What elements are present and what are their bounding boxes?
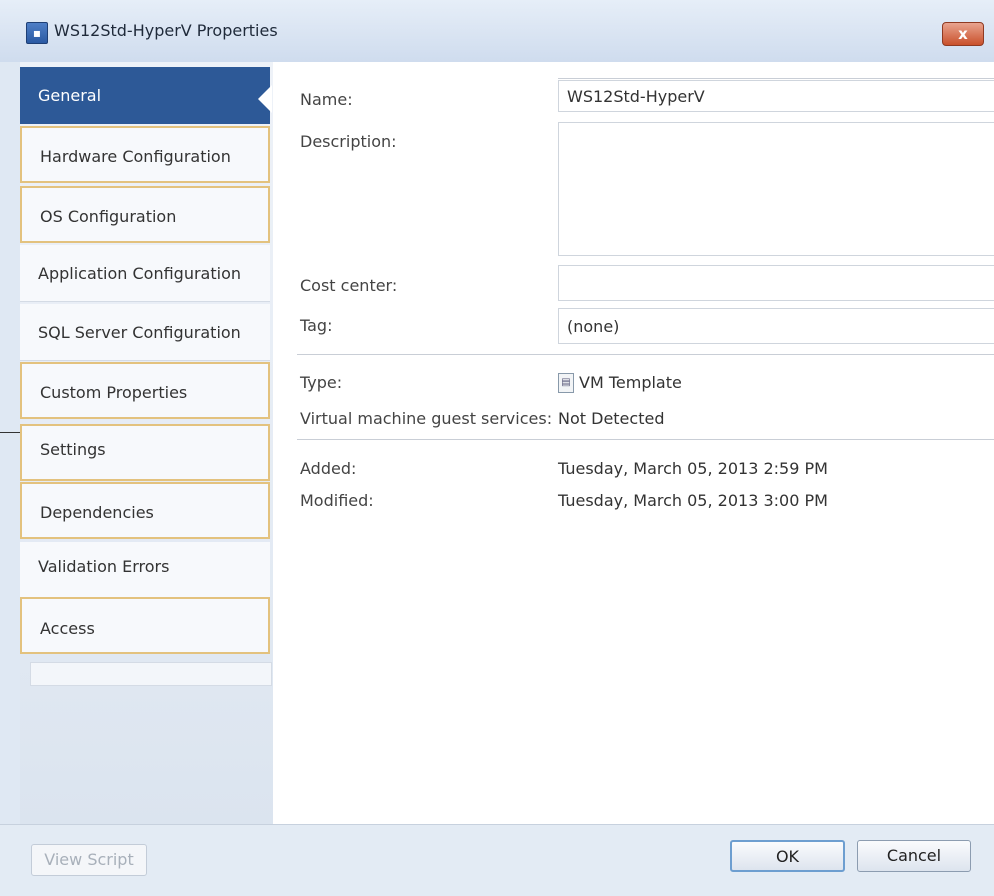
description-label: Description: <box>300 132 397 151</box>
sidebar-item-label: Hardware Configuration <box>40 147 231 166</box>
general-panel: Name: WS12Std-HyperV Description: Cost c… <box>273 62 994 824</box>
sidebar-item-label: Custom Properties <box>40 383 188 402</box>
sidebar-item-hardware-configuration[interactable]: Hardware Configuration <box>20 126 270 183</box>
sidebar-item-general[interactable]: General <box>20 67 272 124</box>
sidebar-item-validation-errors[interactable]: Validation Errors <box>20 542 270 599</box>
tag-field[interactable]: (none) <box>558 308 994 344</box>
guest-services-value: Not Detected <box>558 409 665 428</box>
name-field[interactable]: WS12Std-HyperV <box>558 80 994 112</box>
sidebar-item-label: OS Configuration <box>40 207 177 226</box>
divider <box>297 439 994 440</box>
sidebar-item-dependencies[interactable]: Dependencies <box>20 482 270 539</box>
guest-services-label: Virtual machine guest services: <box>300 409 553 428</box>
active-indicator <box>258 85 272 113</box>
description-field[interactable] <box>558 122 994 256</box>
name-value: WS12Std-HyperV <box>567 87 705 106</box>
cancel-button[interactable]: Cancel <box>857 840 971 872</box>
ok-button[interactable]: OK <box>730 840 845 872</box>
close-button[interactable]: x <box>942 22 984 46</box>
added-value: Tuesday, March 05, 2013 2:59 PM <box>558 459 828 478</box>
window-title: WS12Std-HyperV Properties <box>54 21 278 40</box>
divider <box>297 354 994 355</box>
modified-label: Modified: <box>300 491 374 510</box>
sidebar-item-settings[interactable]: Settings <box>20 424 270 481</box>
sidebar-item-label: Access <box>40 619 95 638</box>
name-label: Name: <box>300 90 353 109</box>
sidebar-item-label: Application Configuration <box>38 264 241 283</box>
sidebar-item-application-configuration[interactable]: Application Configuration <box>20 245 270 302</box>
sidebar-item-label: Dependencies <box>40 503 154 522</box>
sidebar-empty-slot <box>30 662 272 686</box>
sidebar: General Hardware Configuration OS Config… <box>20 62 273 824</box>
title-bar: ▪ WS12Std-HyperV Properties x <box>0 0 994 62</box>
divider <box>0 432 20 433</box>
modified-value: Tuesday, March 05, 2013 3:00 PM <box>558 491 828 510</box>
sidebar-item-label: Settings <box>40 440 106 459</box>
sidebar-item-label: Validation Errors <box>38 557 170 576</box>
sidebar-item-access[interactable]: Access <box>20 597 270 654</box>
tag-value: (none) <box>567 317 620 336</box>
cost-center-label: Cost center: <box>300 276 398 295</box>
cost-center-field[interactable] <box>558 265 994 301</box>
added-label: Added: <box>300 459 357 478</box>
sidebar-item-label: General <box>38 86 102 105</box>
sidebar-item-label: SQL Server Configuration <box>38 323 241 342</box>
sidebar-item-custom-properties[interactable]: Custom Properties <box>20 362 270 419</box>
divider <box>558 78 994 79</box>
vm-template-icon: ▤ <box>558 373 574 393</box>
view-script-button[interactable]: View Script <box>31 844 147 876</box>
type-label: Type: <box>300 373 343 392</box>
sidebar-item-sql-server-configuration[interactable]: SQL Server Configuration <box>20 304 270 361</box>
dialog-footer: View Script OK Cancel <box>0 824 994 896</box>
tag-label: Tag: <box>300 316 333 335</box>
properties-dialog: ▪ WS12Std-HyperV Properties x General Ha… <box>0 0 994 896</box>
app-icon: ▪ <box>26 22 48 44</box>
sidebar-item-os-configuration[interactable]: OS Configuration <box>20 186 270 243</box>
type-value: VM Template <box>579 373 682 392</box>
